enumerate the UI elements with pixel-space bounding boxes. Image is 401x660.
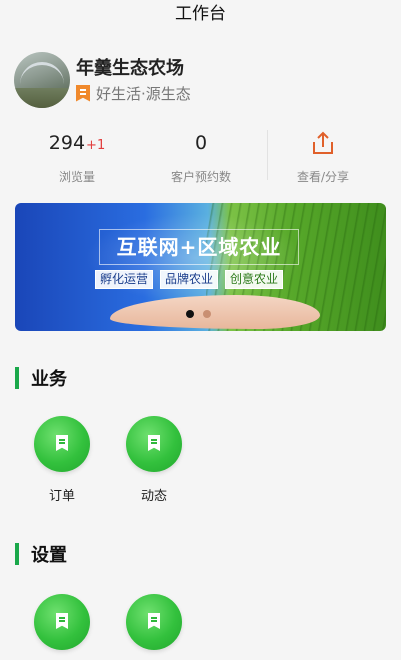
views-value-row: 294+1 <box>17 128 137 158</box>
promo-banner[interactable]: 互联网+区域农业 孵化运营 品牌农业 创意农业 <box>15 203 386 331</box>
banner-tag: 创意农业 <box>225 270 284 289</box>
farm-name: 年羹生态农场 <box>76 58 184 79</box>
views-label: 浏览量 <box>58 170 95 184</box>
tile-orders[interactable]: 订单 <box>22 416 102 504</box>
share-icon[interactable] <box>310 130 336 156</box>
bookmark-icon <box>56 613 68 629</box>
banner-tags: 孵化运营 品牌农业 创意农业 <box>95 270 290 289</box>
page-title: 工作台 <box>175 4 226 24</box>
bookmark-icon <box>148 435 160 451</box>
tile-news[interactable]: 动态 <box>114 416 194 504</box>
avatar-ground-shape <box>14 88 70 108</box>
section-settings-header: 设置 <box>15 542 67 566</box>
tile-settings-2[interactable] <box>114 594 194 660</box>
avatar[interactable] <box>14 52 70 108</box>
reservations-count: 0 <box>194 132 208 154</box>
orders-circle[interactable] <box>34 416 90 472</box>
slogan-row: 好生活·源生态 <box>76 83 191 103</box>
stat-reservations[interactable]: 0 客户预约数 <box>141 128 261 185</box>
reservations-label: 客户预约数 <box>170 170 231 184</box>
settings-circle[interactable] <box>34 594 90 650</box>
carousel-dot-active[interactable] <box>186 310 194 318</box>
views-increment: +1 <box>86 138 106 153</box>
banner-title: 互联网+区域农业 <box>99 229 299 265</box>
farm-profile[interactable]: 年羹生态农场 好生活·源生态 <box>14 52 394 112</box>
stats-bar: 294+1 浏览量 0 客户预约数 查看/分享 <box>0 128 401 188</box>
carousel-dot[interactable] <box>203 310 211 318</box>
stat-share[interactable]: 查看/分享 <box>263 128 383 185</box>
banner-tag: 孵化运营 <box>95 270 154 289</box>
banner-tag: 品牌农业 <box>160 270 219 289</box>
section-business-title: 业务 <box>31 369 67 390</box>
avatar-greenhouse-shape <box>20 62 64 84</box>
section-settings-title: 设置 <box>31 545 67 566</box>
bookmark-icon <box>148 613 160 629</box>
settings-circle[interactable] <box>126 594 182 650</box>
section-accent-bar <box>15 543 19 565</box>
stat-views[interactable]: 294+1 浏览量 <box>17 128 137 185</box>
banner-hand-image <box>110 295 320 329</box>
bookmark-tag-icon <box>76 84 90 102</box>
views-count: 294 <box>48 132 86 154</box>
news-label: 动态 <box>140 489 167 504</box>
orders-label: 订单 <box>48 489 75 504</box>
section-accent-bar <box>15 367 19 389</box>
tile-settings-1[interactable] <box>22 594 102 660</box>
section-business-header: 业务 <box>15 366 67 390</box>
farm-slogan: 好生活·源生态 <box>96 84 191 103</box>
bookmark-icon <box>56 435 68 451</box>
news-circle[interactable] <box>126 416 182 472</box>
share-label: 查看/分享 <box>296 170 350 184</box>
